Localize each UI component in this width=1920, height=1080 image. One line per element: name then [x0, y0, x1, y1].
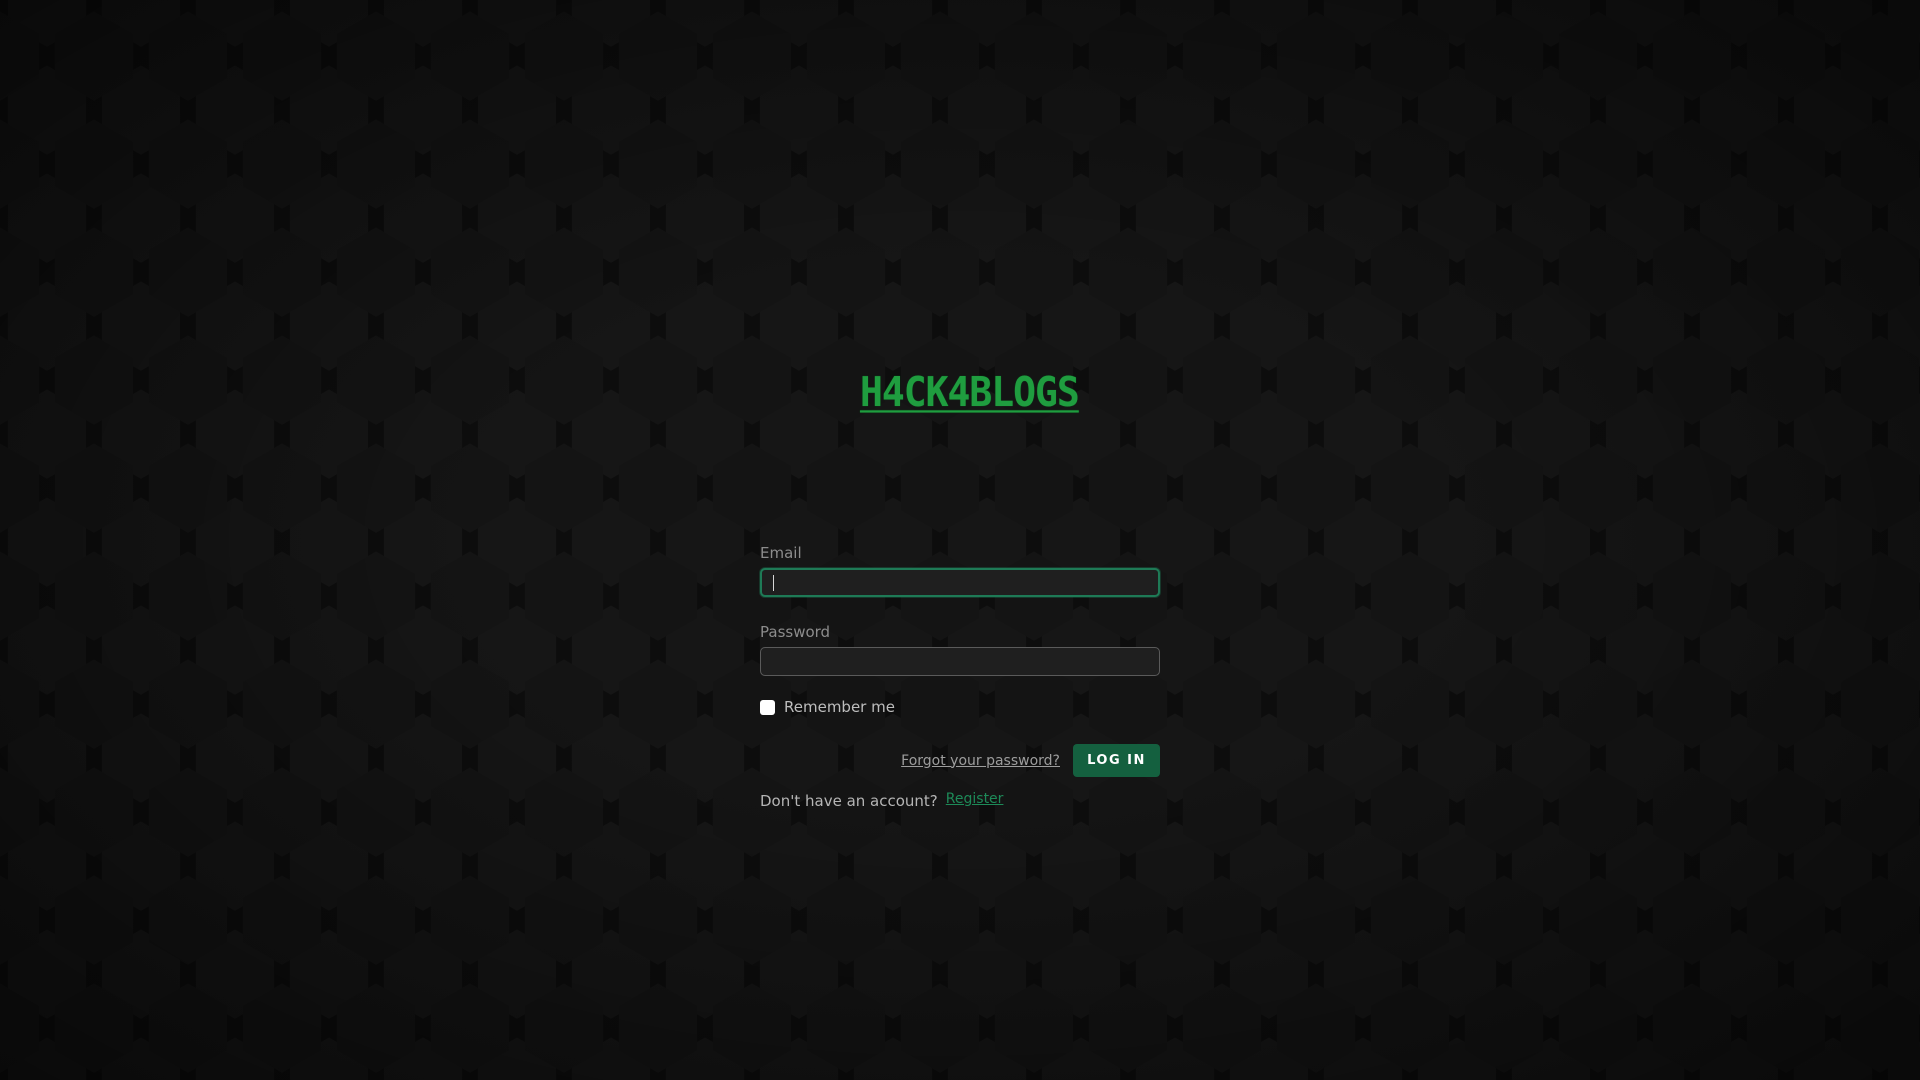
register-link[interactable]: Register: [946, 791, 1004, 807]
email-label: Email: [760, 544, 802, 562]
forgot-password-link[interactable]: Forgot your password?: [901, 753, 1060, 769]
login-form: Email Password Remember me Forgot your p…: [760, 543, 1160, 812]
hexagon-background: [0, 0, 1920, 1080]
login-button[interactable]: LOG IN: [1073, 744, 1160, 777]
password-input[interactable]: [760, 647, 1160, 676]
email-input[interactable]: [760, 568, 1160, 597]
register-row: Don't have an account? Register: [760, 790, 1160, 812]
text-caret: [773, 575, 774, 591]
logo-container: H4CK4BLOGS: [860, 368, 1080, 420]
site-logo[interactable]: H4CK4BLOGS: [860, 368, 1080, 416]
remember-me-label[interactable]: Remember me: [784, 698, 895, 716]
password-label: Password: [760, 623, 831, 641]
remember-me-checkbox[interactable]: [760, 699, 775, 715]
no-account-text: Don't have an account?: [760, 792, 938, 810]
form-actions: Forgot your password? LOG IN: [760, 744, 1160, 777]
remember-me-row: Remember me: [760, 697, 1160, 717]
